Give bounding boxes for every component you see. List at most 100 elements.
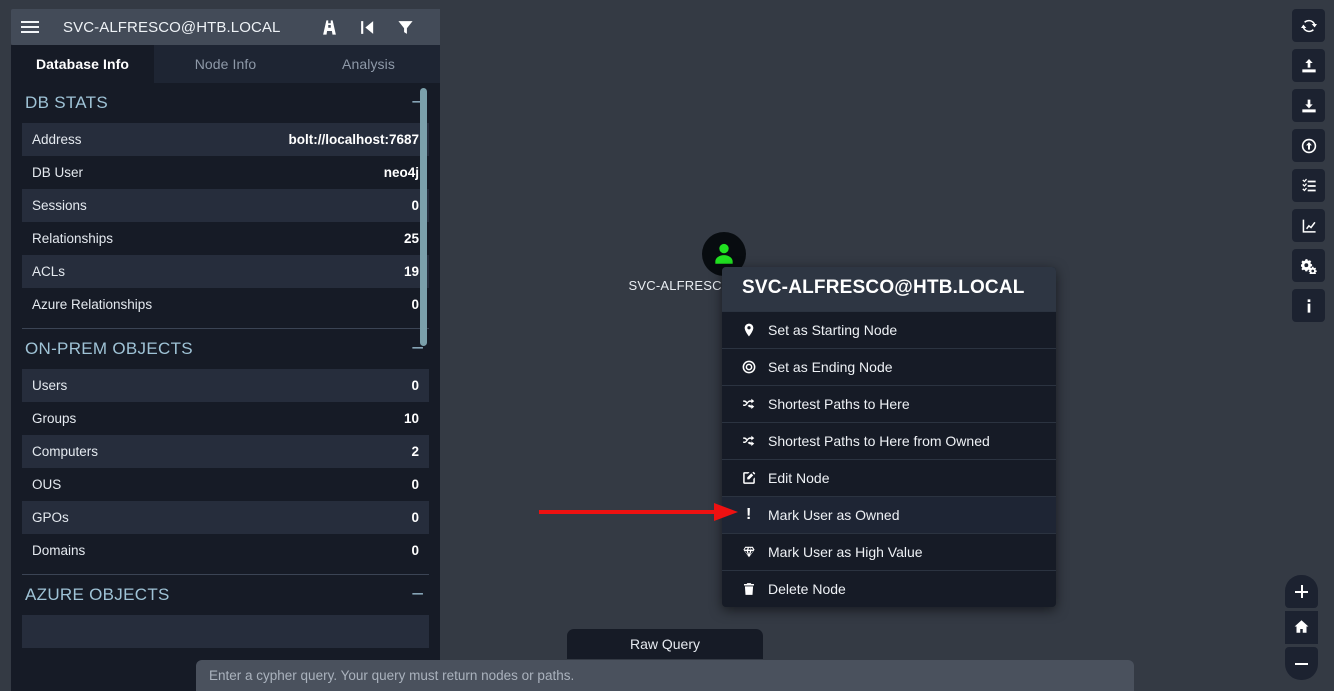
stat-value: 0 [411, 543, 419, 558]
tab-label: Database Info [35, 56, 130, 72]
sidebar-content[interactable]: DB STATS – Address bolt://localhost:7687 … [11, 83, 440, 691]
stat-label: Groups [32, 411, 77, 426]
panel-title: DB STATS [25, 93, 109, 112]
raw-query-tab[interactable]: Raw Query [567, 629, 763, 659]
menu-item-delete-node[interactable]: Delete Node [722, 570, 1056, 607]
panel-header-on-prem[interactable]: ON-PREM OBJECTS – [22, 329, 429, 369]
stat-row[interactable]: GPOs 0 [22, 501, 429, 534]
upload-circle-icon[interactable] [1292, 129, 1325, 162]
cypher-query-bar[interactable] [196, 660, 1134, 691]
gem-icon [742, 545, 768, 559]
pathfinding-icon[interactable] [310, 9, 348, 45]
home-button[interactable] [1285, 611, 1318, 644]
annotation-arrow [536, 498, 742, 531]
stat-label: Domains [32, 543, 86, 558]
info-icon[interactable] [1292, 289, 1325, 322]
sidebar-tabs: Database Info Node Info Analysis [11, 45, 440, 83]
stat-value: 0 [411, 378, 419, 393]
stat-row[interactable]: Domains 0 [22, 534, 429, 567]
collapse-icon[interactable]: – [409, 584, 426, 607]
panel-title: AZURE OBJECTS [25, 585, 170, 604]
stat-label: Relationships [32, 231, 114, 246]
map-pin-icon [742, 323, 768, 337]
upload-icon[interactable] [1292, 49, 1325, 82]
panel-db-stats: DB STATS – Address bolt://localhost:7687 … [11, 83, 440, 329]
cypher-query-input[interactable] [209, 668, 1134, 683]
right-toolbar [1292, 9, 1325, 322]
stat-value: 10 [403, 411, 419, 426]
tab-database-info[interactable]: Database Info [11, 45, 154, 83]
stat-label: Address [32, 132, 82, 147]
bullseye-icon [742, 360, 768, 374]
stat-row[interactable]: ACLs 19 [22, 255, 429, 288]
stat-row[interactable]: Azure Relationships 0 [22, 288, 429, 321]
checklist-icon[interactable] [1292, 169, 1325, 202]
stat-value: 0 [411, 510, 419, 525]
bloodhound-app: SVC-ALFRESCO@HTB.LOCAL SVC-ALFRESCO@HTB.… [0, 0, 1334, 691]
zoom-controls [1285, 575, 1318, 680]
stat-row[interactable]: Users 0 [22, 369, 429, 402]
user-icon [711, 241, 737, 267]
sidebar-topbar: SVC-ALFRESCO@HTB.LOCAL [11, 9, 440, 45]
sidebar-scrollbar[interactable] [420, 88, 427, 346]
stat-row[interactable]: DB User neo4j [22, 156, 429, 189]
stat-row[interactable]: OUS 0 [22, 468, 429, 501]
stat-row[interactable] [22, 615, 429, 648]
stat-value: 0 [411, 297, 419, 312]
menu-item-set-as-ending-node[interactable]: Set as Ending Node [722, 348, 1056, 385]
download-icon[interactable] [1292, 89, 1325, 122]
shuffle-icon [742, 397, 768, 411]
stat-value: 0 [411, 477, 419, 492]
stat-label: Computers [32, 444, 99, 459]
tab-analysis[interactable]: Analysis [297, 45, 440, 83]
exclamation-icon: ! [746, 506, 752, 523]
menu-item-label: Shortest Paths to Here from Owned [768, 433, 990, 449]
stat-row[interactable]: Address bolt://localhost:7687 [22, 123, 429, 156]
menu-item-mark-user-as-high-value[interactable]: Mark User as High Value [722, 533, 1056, 570]
home-icon [1294, 619, 1309, 637]
panel-title: ON-PREM OBJECTS [25, 339, 193, 358]
topbar-icon-group [310, 9, 440, 45]
stat-value: 25 [403, 231, 419, 246]
stat-label: Sessions [32, 198, 87, 213]
stat-value: bolt://localhost:7687 [288, 132, 419, 147]
stat-row[interactable]: Sessions 0 [22, 189, 429, 222]
stat-row[interactable]: Groups 10 [22, 402, 429, 435]
menu-item-shortest-paths-to-here-from-owned[interactable]: Shortest Paths to Here from Owned [722, 422, 1056, 459]
settings-gears-icon[interactable] [1292, 249, 1325, 282]
menu-item-mark-user-as-owned[interactable]: ! Mark User as Owned [722, 496, 1056, 533]
menu-item-label: Edit Node [768, 470, 830, 486]
stat-row[interactable]: Relationships 25 [22, 222, 429, 255]
menu-item-set-as-starting-node[interactable]: Set as Starting Node [722, 311, 1056, 348]
azure-list [22, 615, 429, 648]
menu-item-label: Shortest Paths to Here [768, 396, 910, 412]
filter-icon[interactable] [386, 9, 424, 45]
panel-header-db-stats[interactable]: DB STATS – [22, 83, 429, 123]
stat-value: 19 [403, 264, 419, 279]
minus-icon [1295, 662, 1308, 665]
on-prem-list: Users 0 Groups 10 Computers 2 OUS 0 GPOs 0 Do… [22, 369, 429, 567]
panel-on-prem-objects: ON-PREM OBJECTS – Users 0 Groups 10 Comput… [11, 329, 440, 575]
shuffle-icon [742, 434, 768, 448]
db-stats-list: Address bolt://localhost:7687 DB User neo4… [22, 123, 429, 321]
panel-header-azure[interactable]: AZURE OBJECTS – [22, 575, 429, 615]
stat-row[interactable]: Computers 2 [22, 435, 429, 468]
tab-label: Analysis [342, 56, 395, 72]
refresh-icon[interactable] [1292, 9, 1325, 42]
menu-item-edit-node[interactable]: Edit Node [722, 459, 1056, 496]
menu-item-shortest-paths-to-here[interactable]: Shortest Paths to Here [722, 385, 1056, 422]
hamburger-icon[interactable] [11, 9, 49, 45]
expand-collapse-icon[interactable] [348, 9, 386, 45]
stat-value: neo4j [383, 165, 419, 180]
tab-node-info[interactable]: Node Info [154, 45, 297, 83]
tab-label: Node Info [194, 56, 257, 72]
menu-item-label: Set as Ending Node [768, 359, 893, 375]
zoom-in-button[interactable] [1285, 575, 1318, 608]
stat-label: Azure Relationships [32, 297, 153, 312]
chart-icon[interactable] [1292, 209, 1325, 242]
menu-item-label: Mark User as High Value [768, 544, 923, 560]
stat-label: ACLs [32, 264, 66, 279]
zoom-out-button[interactable] [1285, 647, 1318, 680]
node-context-menu: SVC-ALFRESCO@HTB.LOCAL Set as Starting N… [722, 267, 1056, 607]
menu-item-label: Delete Node [768, 581, 846, 597]
